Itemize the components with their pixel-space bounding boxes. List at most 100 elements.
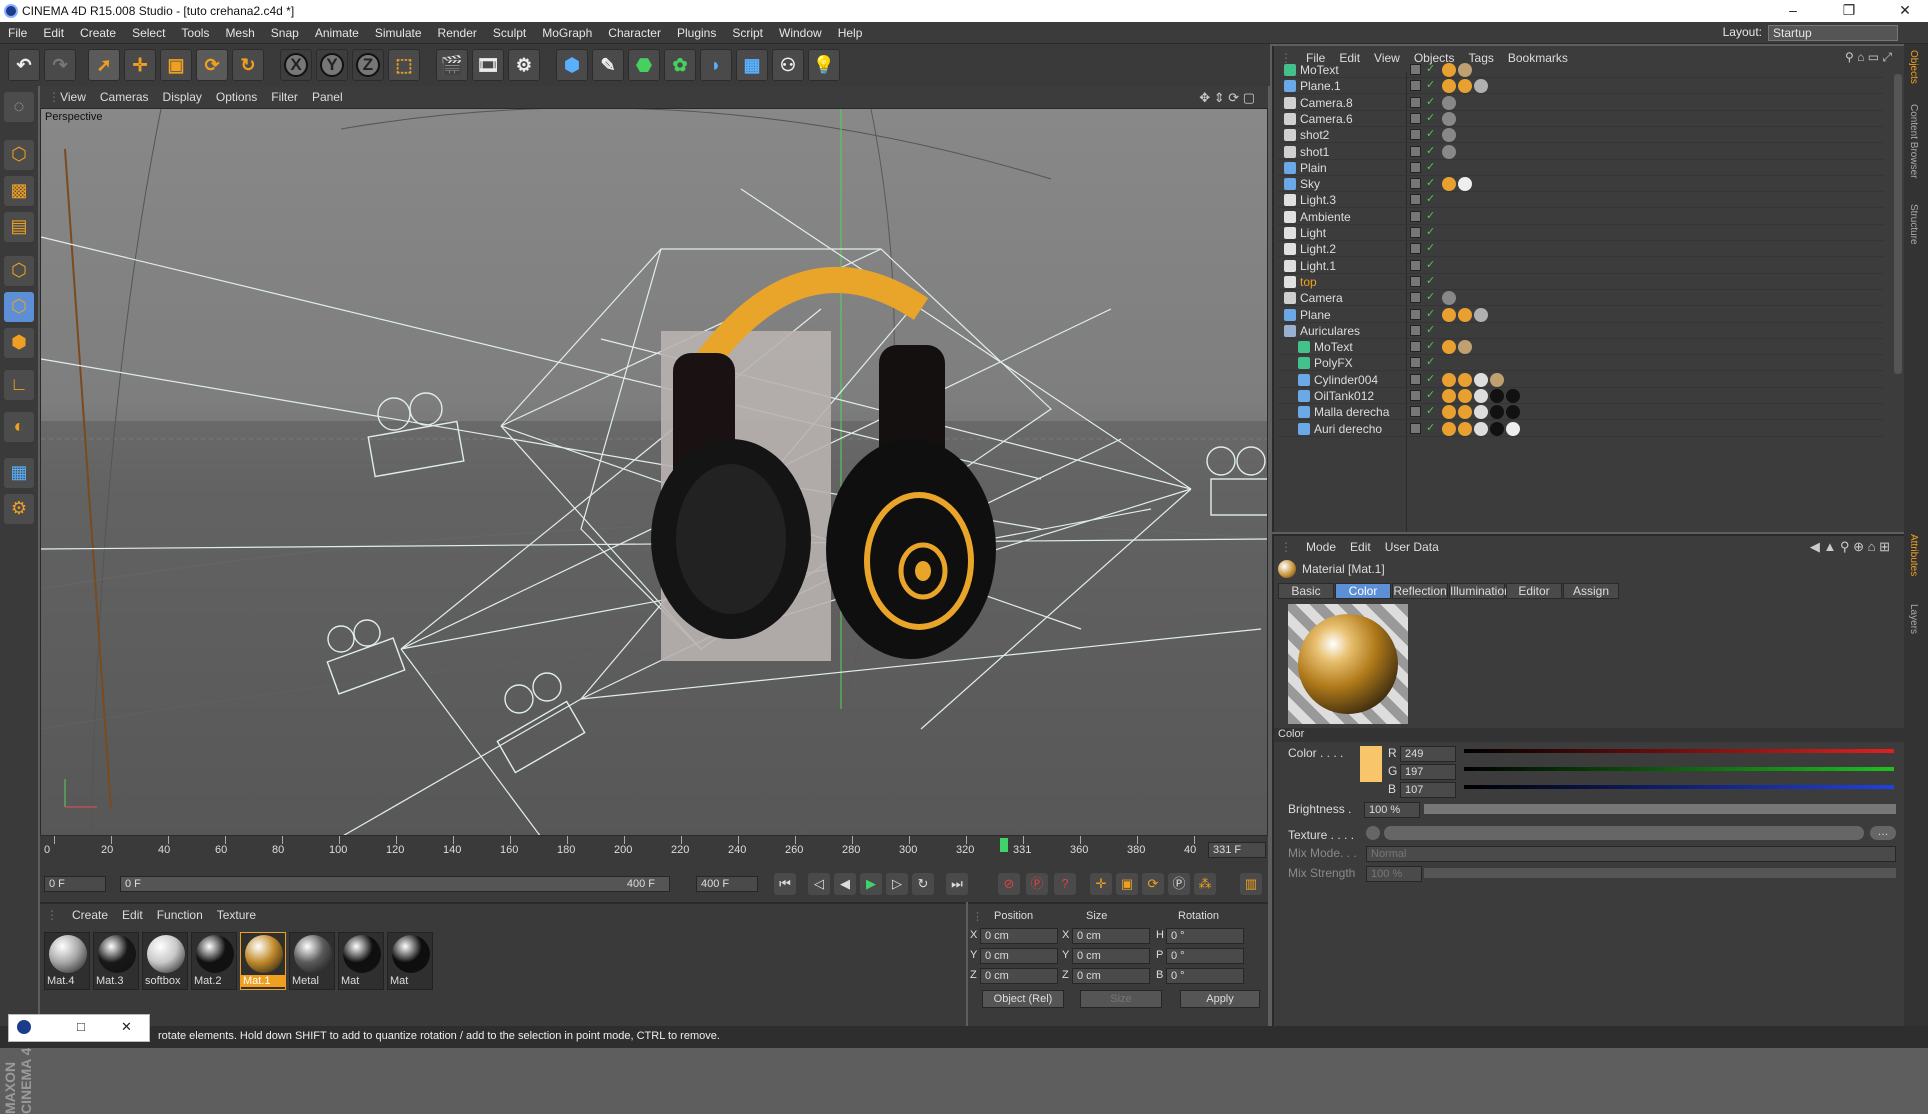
keyframe-selection-icon[interactable]: ? [1054,873,1076,895]
material-swatch[interactable]: Mat.4 [44,932,90,990]
layer-toggle[interactable] [1410,112,1421,124]
subdivision-surface-icon[interactable]: ⬣ [628,49,660,81]
menu-animate[interactable]: Animate [307,22,367,40]
tweak-mode-icon[interactable]: ◐ [4,412,34,442]
next-frame-icon[interactable]: ▷ [886,873,908,895]
visibility-toggle-icon[interactable]: ✓ [1426,258,1435,271]
x-axis-icon[interactable]: X [280,49,312,81]
side-tab-layers[interactable]: Layers [1908,604,1919,634]
goto-start-icon[interactable]: ⏮ [774,873,796,895]
menu-tools[interactable]: Tools [173,22,217,40]
menu-script[interactable]: Script [724,22,771,40]
object-row[interactable]: Ambiente ✓ [1278,209,1884,225]
attr-nav-icons[interactable]: ◀ ▲ ⚲ ⊕ ⌂ ⊞ [1810,539,1890,555]
visibility-toggle-icon[interactable]: ✓ [1426,78,1435,91]
object-tag-icon[interactable] [1442,291,1456,306]
b-field[interactable]: 107 [1400,782,1456,798]
brightness-field[interactable]: 100 % [1364,802,1420,818]
mat-menu-edit[interactable]: Edit [115,904,150,922]
minimize-button[interactable]: – [1770,0,1816,22]
layer-toggle[interactable] [1410,64,1421,75]
visibility-toggle-icon[interactable]: ✓ [1426,372,1435,385]
attr-tab-editor[interactable]: Editor [1506,583,1562,599]
position-field[interactable]: 0 cm [980,948,1058,964]
object-row[interactable]: Light.1 ✓ [1278,258,1884,274]
layer-toggle[interactable] [1410,194,1421,206]
viewport-menu-view[interactable]: View [53,86,93,104]
visibility-toggle-icon[interactable]: ✓ [1426,111,1435,124]
redo-icon[interactable]: ↷ [44,49,76,81]
scale-icon[interactable]: ▣ [160,49,192,81]
attr-tab-basic[interactable]: Basic [1278,583,1334,599]
layout-selector[interactable]: Layout: Startup [1723,25,1898,41]
object-row[interactable]: Plane ✓ [1278,307,1884,323]
spline-pen-icon[interactable]: ✎ [592,49,624,81]
mat-menu-function[interactable]: Function [150,904,210,922]
layer-toggle[interactable] [1410,178,1421,190]
object-tag-icon[interactable] [1474,79,1488,94]
menu-mograph[interactable]: MoGraph [534,22,600,40]
side-tab-attributes[interactable]: Attributes [1908,534,1919,576]
menu-sculpt[interactable]: Sculpt [485,22,534,40]
object-tag-icon[interactable] [1442,405,1456,420]
visibility-toggle-icon[interactable]: ✓ [1426,176,1435,189]
object-row[interactable]: Camera.8 ✓ [1278,95,1884,111]
layer-toggle[interactable] [1410,145,1421,157]
object-tag-icon[interactable] [1474,389,1488,403]
render-picture-viewer-icon[interactable]: 🎞 [472,49,504,81]
cube-icon[interactable]: ⬢ [556,49,588,81]
size-field[interactable]: 0 cm [1072,948,1150,964]
object-tag-icon[interactable] [1458,340,1472,355]
viewport-menu-cameras[interactable]: Cameras [93,86,156,104]
object-tag-icon[interactable] [1490,389,1504,403]
menu-mesh[interactable]: Mesh [217,22,262,40]
record-active-icon[interactable]: ⊘ [998,873,1020,895]
object-row[interactable]: OilTank012 ✓ [1278,388,1884,404]
object-tag-icon[interactable] [1458,421,1472,436]
layer-toggle[interactable] [1410,227,1421,238]
object-tag-icon[interactable] [1490,421,1504,436]
size-field[interactable]: 0 cm [1072,928,1150,944]
object-tag-icon[interactable] [1442,389,1456,403]
menu-create[interactable]: Create [72,22,124,40]
material-swatch[interactable]: Mat [387,932,433,990]
rotation-field[interactable]: 0 ° [1166,968,1244,984]
visibility-toggle-icon[interactable]: ✓ [1426,307,1435,320]
object-tag-icon[interactable] [1442,144,1456,159]
g-field[interactable]: 197 [1400,764,1456,780]
object-tag-icon[interactable] [1458,177,1472,192]
layer-toggle[interactable] [1410,243,1421,255]
goto-next-key-icon[interactable]: ↻ [912,873,934,895]
light-create-icon[interactable]: 💡 [808,49,840,81]
attr-tab-color[interactable]: Color [1335,583,1391,599]
object-row[interactable]: Plain ✓ [1278,160,1884,176]
visibility-toggle-icon[interactable]: ✓ [1426,127,1435,140]
rotate-icon[interactable]: ⟳ [196,49,228,81]
live-selection-icon[interactable]: ➚ [88,49,120,81]
layer-toggle[interactable] [1410,341,1421,353]
material-swatch[interactable]: Metal [289,932,335,990]
attr-tab-assign[interactable]: Assign [1563,583,1619,599]
object-tag-icon[interactable] [1490,372,1504,387]
side-tab-objects[interactable]: Objects [1908,50,1919,84]
object-tag-icon[interactable] [1458,63,1472,77]
texture-mode-icon[interactable]: ▩ [4,176,34,206]
r-slider[interactable] [1464,749,1894,753]
object-row[interactable]: Sky ✓ [1278,176,1884,193]
object-tag-icon[interactable] [1474,372,1488,387]
visibility-toggle-icon[interactable]: ✓ [1426,160,1435,173]
undo-icon[interactable]: ↶ [8,49,40,81]
object-tag-icon[interactable] [1474,421,1488,436]
layer-toggle[interactable] [1410,390,1421,401]
layer-toggle[interactable] [1410,357,1421,369]
object-tag-icon[interactable] [1458,372,1472,387]
attr-menu-edit[interactable]: Edit [1343,536,1378,554]
object-row[interactable]: Camera ✓ [1278,290,1884,307]
polygons-mode-icon[interactable]: ⬢ [4,328,34,358]
workplane-mode-icon[interactable]: ▤ [4,212,34,242]
color-swatch[interactable] [1360,746,1382,782]
play-icon[interactable]: ▶ [860,873,882,895]
visibility-toggle-icon[interactable]: ✓ [1426,192,1435,205]
timeline-playhead[interactable] [1000,838,1008,852]
size-field[interactable]: 0 cm [1072,968,1150,984]
